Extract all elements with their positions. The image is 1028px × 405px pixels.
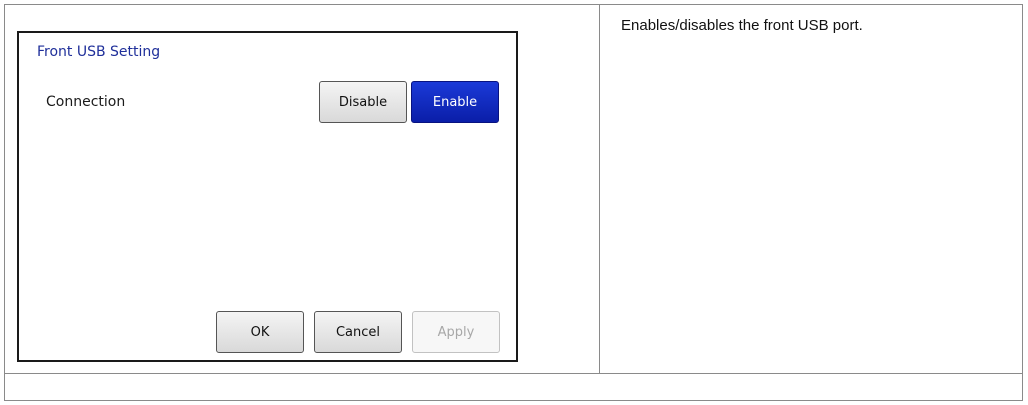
dialog-title: Front USB Setting [37, 44, 161, 60]
column-divider [599, 4, 600, 374]
enable-button[interactable]: Enable [411, 81, 499, 123]
row-divider [4, 373, 1023, 374]
description-text: Enables/disables the front USB port. [621, 17, 863, 34]
front-usb-dialog: Front USB Setting Connection Disable Ena… [17, 31, 518, 362]
cancel-button[interactable]: Cancel [314, 311, 402, 353]
ok-button[interactable]: OK [216, 311, 304, 353]
connection-label: Connection [46, 94, 126, 110]
disable-button[interactable]: Disable [319, 81, 407, 123]
apply-button[interactable]: Apply [412, 311, 500, 353]
